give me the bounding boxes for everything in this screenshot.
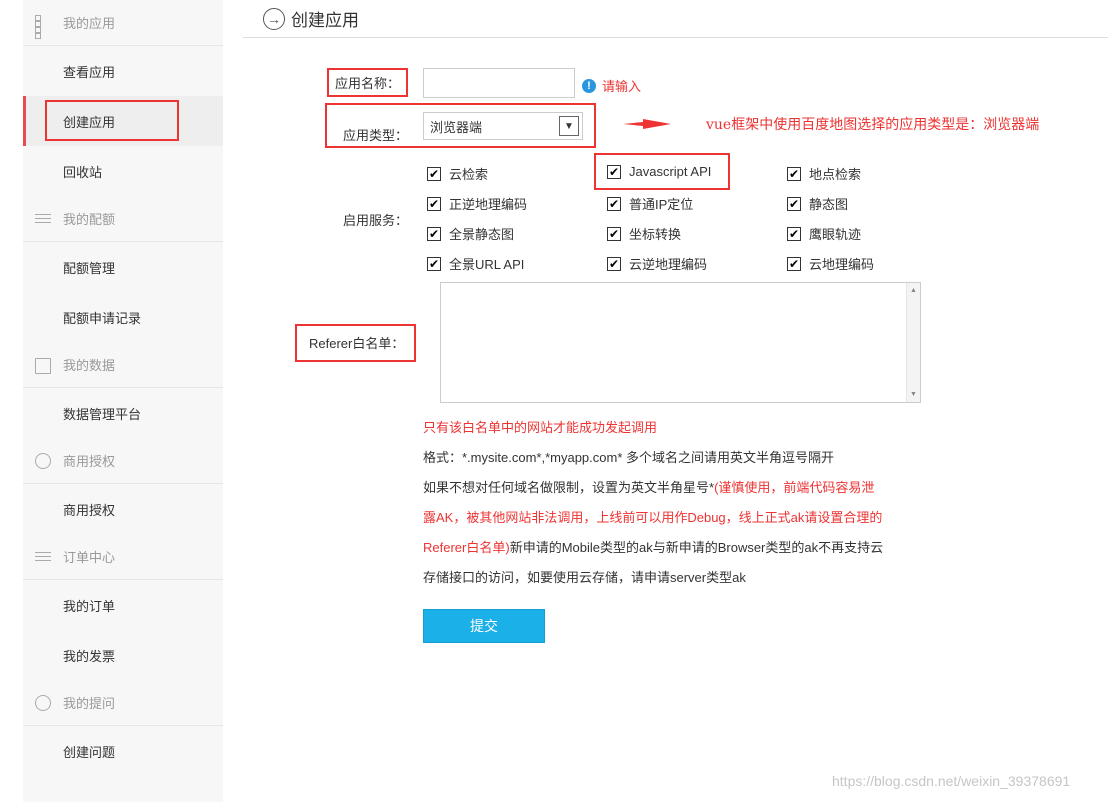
sidebar-group-label: 我的应用 bbox=[63, 16, 116, 31]
service-checkbox[interactable]: ✔ 全景静态图 bbox=[427, 224, 514, 243]
list-icon bbox=[35, 549, 51, 565]
question-icon bbox=[35, 694, 51, 711]
page-header: → 创建应用 bbox=[243, 0, 1108, 38]
service-checkbox[interactable]: ✔ 云检索 bbox=[427, 164, 488, 183]
checkmark-icon: ✔ bbox=[427, 166, 441, 181]
annotation-box bbox=[45, 100, 179, 141]
sidebar: 我的应用 查看应用 创建应用 回收站 我的配额 配额管理 配额申请记录 我的数据… bbox=[23, 0, 223, 802]
service-checkbox[interactable]: ✔ 普通IP定位 bbox=[607, 194, 693, 213]
submit-button[interactable]: 提交 bbox=[423, 609, 545, 643]
sidebar-group-my-quota: 我的配额 bbox=[23, 196, 223, 242]
annotation-text: vue框架中使用百度地图选择的应用类型是：浏览器端 bbox=[706, 117, 1040, 133]
sidebar-item-quota-records[interactable]: 配额申请记录 bbox=[23, 292, 223, 342]
referer-hint-1: 只有该白名单中的网站才能成功发起调用 bbox=[423, 420, 658, 435]
watermark: https://blog.csdn.net/weixin_39378691 bbox=[832, 773, 1071, 789]
service-checkbox[interactable]: ✔ 地点检索 bbox=[787, 164, 861, 183]
scroll-up-icon[interactable]: ▲ bbox=[910, 287, 917, 294]
scroll-down-icon[interactable]: ▼ bbox=[910, 391, 917, 398]
referer-hint-format: 格式：*.mysite.com*,*myapp.com* 多个域名之间请用英文半… bbox=[423, 450, 834, 465]
checkmark-icon: ✔ bbox=[787, 196, 801, 211]
list-icon bbox=[35, 211, 51, 227]
sidebar-group-my-data: 我的数据 bbox=[23, 342, 223, 388]
app-type-select[interactable]: 浏览器端 ▼ bbox=[423, 112, 583, 140]
service-checkbox[interactable]: ✔ 鹰眼轨迹 bbox=[787, 224, 861, 243]
sidebar-item-data-platform[interactable]: 数据管理平台 bbox=[23, 388, 223, 438]
award-icon bbox=[35, 452, 51, 469]
app-name-input[interactable] bbox=[423, 68, 575, 98]
annotation-arrow-icon bbox=[623, 119, 671, 129]
services-label: 启用服务： bbox=[343, 213, 409, 228]
sidebar-item-commercial-license[interactable]: 商用授权 bbox=[23, 484, 223, 534]
service-checkbox[interactable]: ✔ 坐标转换 bbox=[607, 224, 681, 243]
checkmark-icon: ✔ bbox=[607, 226, 621, 241]
sidebar-group-commercial: 商用授权 bbox=[23, 438, 223, 484]
service-checkbox[interactable]: ✔ 正逆地理编码 bbox=[427, 194, 527, 213]
sidebar-item-my-invoices[interactable]: 我的发票 bbox=[23, 630, 223, 680]
exclamation-icon: ! bbox=[582, 78, 596, 93]
sidebar-item-quota-management[interactable]: 配额管理 bbox=[23, 242, 223, 292]
checkmark-icon: ✔ bbox=[427, 256, 441, 271]
service-checkbox[interactable]: ✔ 云逆地理编码 bbox=[607, 254, 707, 273]
referer-label: Referer白名单： bbox=[294, 324, 417, 362]
service-checkbox[interactable]: ✔ 云地理编码 bbox=[787, 254, 874, 273]
checkmark-icon: ✔ bbox=[787, 256, 801, 271]
sidebar-item-create-question[interactable]: 创建问题 bbox=[23, 726, 223, 776]
sidebar-item-recycle-bin[interactable]: 回收站 bbox=[23, 146, 223, 196]
arrow-right-circle-icon: → bbox=[263, 7, 285, 30]
checkmark-icon: ✔ bbox=[607, 256, 621, 271]
service-checkbox[interactable]: ✔ Javascript API bbox=[607, 164, 711, 179]
app-type-label: 应用类型： bbox=[343, 128, 409, 143]
chevron-down-icon: ▼ bbox=[559, 116, 579, 136]
app-name-warning: ! 请输入 bbox=[582, 76, 641, 95]
sidebar-item-my-orders[interactable]: 我的订单 bbox=[23, 580, 223, 630]
id-card-icon bbox=[35, 357, 51, 374]
service-checkbox[interactable]: ✔ 全景URL API bbox=[427, 254, 524, 273]
sidebar-item-create-app[interactable]: 创建应用 bbox=[23, 96, 223, 146]
checkmark-icon: ✔ bbox=[427, 196, 441, 211]
service-checkbox[interactable]: ✔ 静态图 bbox=[787, 194, 848, 213]
referer-hint-5: Referer白名单)新申请的Mobile类型的ak与新申请的Browser类型… bbox=[423, 540, 884, 555]
checkmark-icon: ✔ bbox=[607, 164, 621, 179]
referer-textarea[interactable]: ▲ ▼ bbox=[440, 282, 921, 403]
referer-hint-3: 如果不想对任何域名做限制，设置为英文半角星号*(谨慎使用，前端代码容易泄 bbox=[423, 480, 875, 495]
referer-hint-4: 露AK，被其他网站非法调用，上线前可以用作Debug，线上正式ak请设置合理的 bbox=[423, 510, 883, 525]
grid-icon bbox=[35, 14, 51, 39]
checkmark-icon: ✔ bbox=[787, 166, 801, 181]
checkmark-icon: ✔ bbox=[427, 226, 441, 241]
sidebar-item-view-apps[interactable]: 查看应用 bbox=[23, 46, 223, 96]
referer-hint-6: 存储接口的访问，如要使用云存储，请申请server类型ak bbox=[423, 570, 746, 585]
checkmark-icon: ✔ bbox=[787, 226, 801, 241]
sidebar-group-my-questions: 我的提问 bbox=[23, 680, 223, 726]
sidebar-group-my-apps: 我的应用 bbox=[23, 0, 223, 46]
page-title: 创建应用 bbox=[291, 11, 359, 30]
app-name-label: 应用名称： bbox=[326, 68, 409, 97]
checkmark-icon: ✔ bbox=[607, 196, 621, 211]
sidebar-group-orders: 订单中心 bbox=[23, 534, 223, 580]
textarea-scrollbar[interactable]: ▲ ▼ bbox=[906, 283, 920, 402]
